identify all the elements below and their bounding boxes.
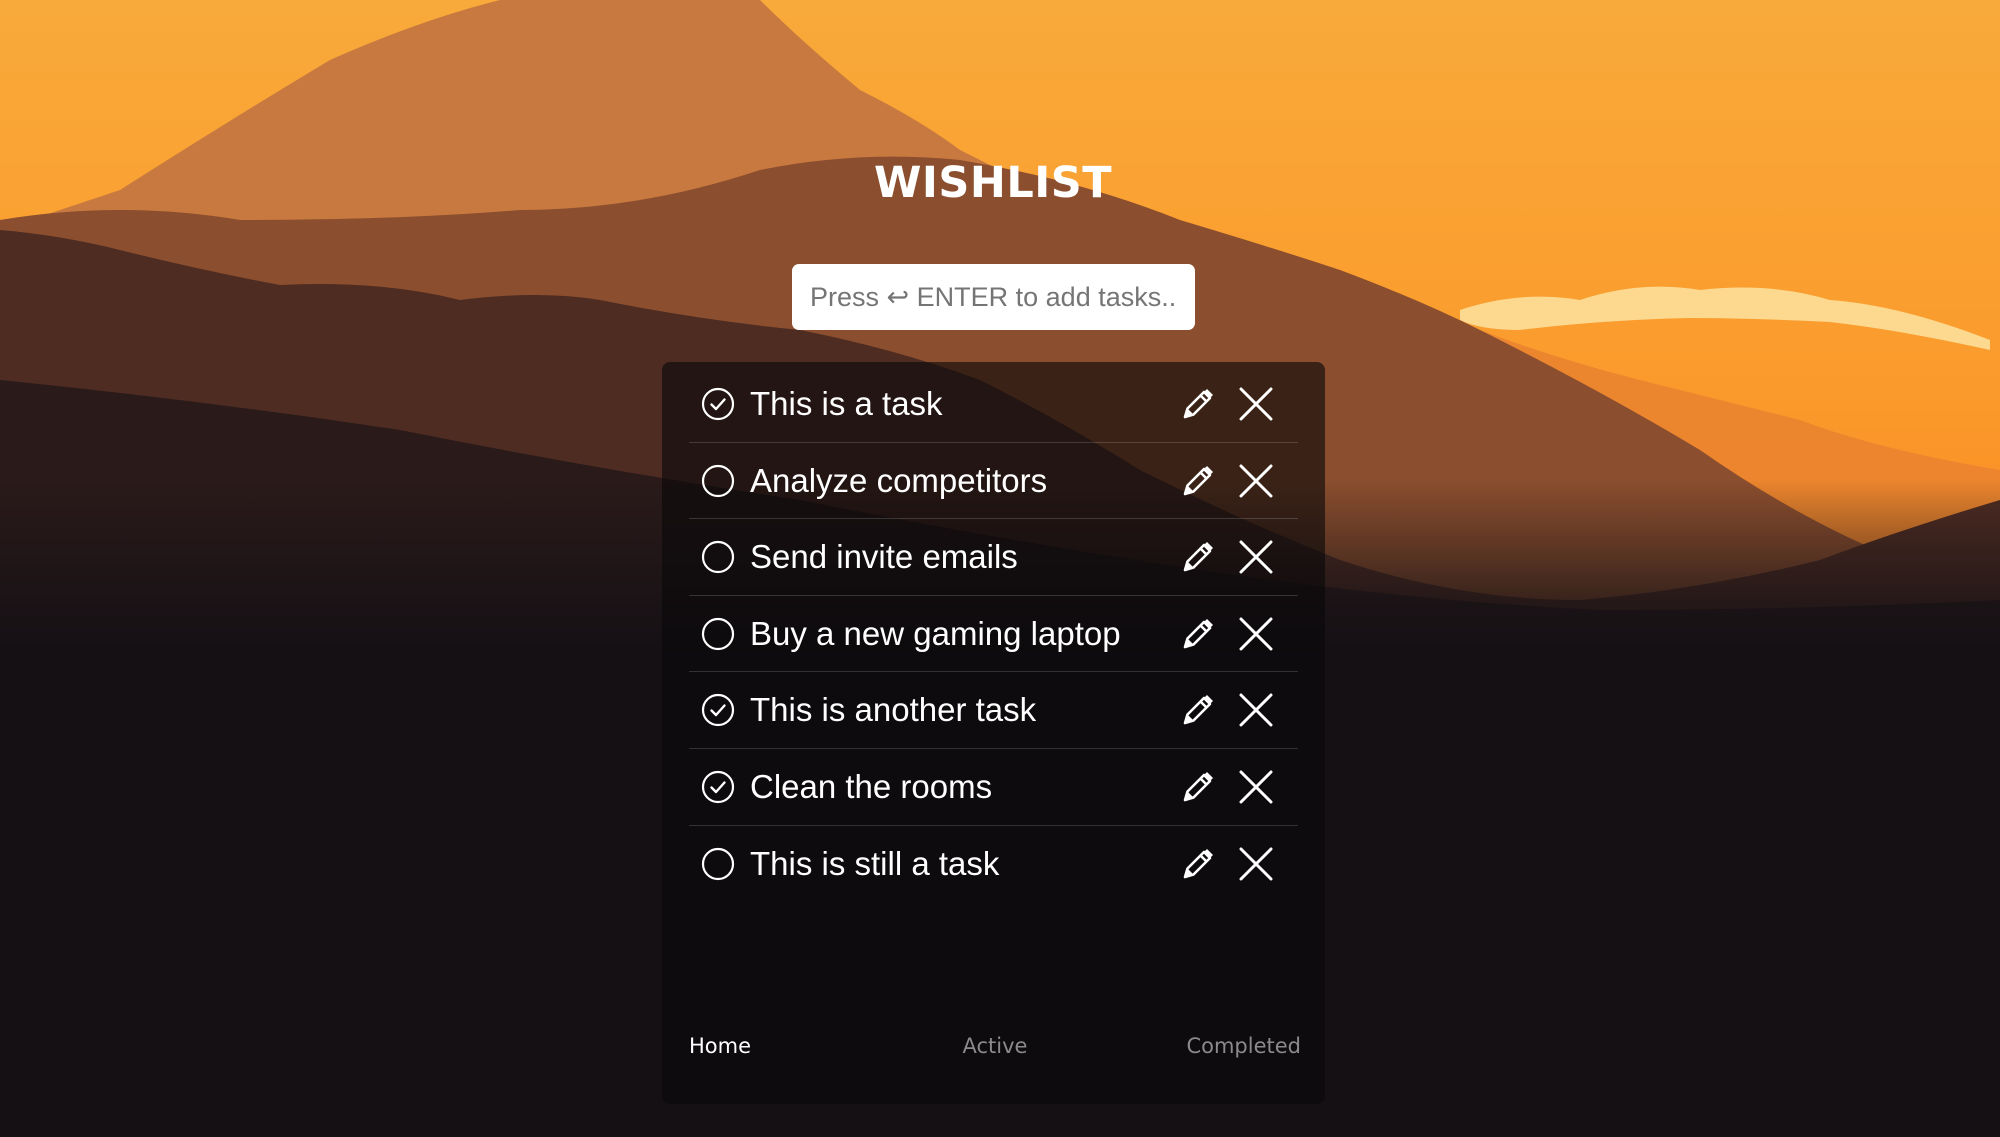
- pencil-icon: [1183, 695, 1213, 725]
- task-row: Send invite emails: [689, 519, 1298, 596]
- close-icon: [1239, 617, 1273, 651]
- task-checkbox-checked[interactable]: [701, 770, 735, 804]
- task-row: This is a task: [689, 366, 1298, 443]
- pencil-icon: [1183, 848, 1213, 878]
- task-checkbox-checked[interactable]: [701, 387, 735, 421]
- check-circle-icon: [701, 387, 735, 421]
- edit-task-button[interactable]: [1180, 769, 1216, 805]
- edit-task-button[interactable]: [1180, 692, 1216, 728]
- close-icon: [1239, 847, 1273, 881]
- close-icon: [1239, 693, 1273, 727]
- nav-active-link[interactable]: Active: [963, 1034, 1028, 1058]
- task-checkbox-checked[interactable]: [701, 693, 735, 727]
- pencil-icon: [1183, 465, 1213, 495]
- empty-circle-icon: [701, 464, 735, 497]
- pencil-icon: [1183, 389, 1213, 419]
- task-row: Analyze competitors: [689, 443, 1298, 520]
- add-task-input[interactable]: [792, 264, 1195, 330]
- task-checkbox[interactable]: [701, 464, 735, 498]
- task-label: Buy a new gaming laptop: [750, 614, 1121, 652]
- check-circle-icon: [701, 770, 735, 804]
- edit-task-button[interactable]: [1180, 386, 1216, 422]
- edit-task-button[interactable]: [1180, 463, 1216, 499]
- task-row: Clean the rooms: [689, 749, 1298, 826]
- pencil-icon: [1183, 771, 1213, 802]
- empty-circle-icon: [701, 541, 735, 574]
- nav-completed-link[interactable]: Completed: [1186, 1034, 1301, 1058]
- task-row: Buy a new gaming laptop: [689, 596, 1298, 673]
- task-label: This is still a task: [750, 844, 1000, 882]
- task-label: Send invite emails: [750, 538, 1018, 576]
- delete-task-button[interactable]: [1238, 463, 1274, 499]
- task-list: This is a task Analyze competitors Send …: [689, 366, 1298, 902]
- task-label: Analyze competitors: [750, 461, 1048, 499]
- empty-circle-icon: [701, 847, 735, 880]
- nav-home-link[interactable]: Home: [689, 1034, 751, 1058]
- delete-task-button[interactable]: [1238, 846, 1274, 882]
- pencil-icon: [1183, 618, 1213, 649]
- empty-circle-icon: [701, 617, 735, 650]
- delete-task-button[interactable]: [1238, 386, 1274, 422]
- pencil-icon: [1183, 542, 1213, 572]
- task-panel: This is a task Analyze competitors Send …: [662, 362, 1325, 1104]
- delete-task-button[interactable]: [1238, 769, 1274, 805]
- task-row: This is another task: [689, 672, 1298, 749]
- check-circle-icon: [701, 694, 735, 727]
- task-checkbox[interactable]: [701, 847, 735, 881]
- filter-nav: Home Active Completed: [689, 1034, 1301, 1064]
- task-checkbox[interactable]: [701, 540, 735, 574]
- close-icon: [1239, 540, 1273, 574]
- task-label: This is another task: [750, 691, 1037, 729]
- close-icon: [1239, 770, 1273, 804]
- edit-task-button[interactable]: [1180, 616, 1216, 652]
- edit-task-button[interactable]: [1180, 846, 1216, 882]
- task-row: This is still a task: [689, 826, 1298, 903]
- app-root: WISHLIST This is a task: [0, 0, 2000, 1137]
- task-label: Clean the rooms: [750, 767, 993, 805]
- delete-task-button[interactable]: [1238, 539, 1274, 575]
- edit-task-button[interactable]: [1180, 539, 1216, 575]
- delete-task-button[interactable]: [1238, 616, 1274, 652]
- close-icon: [1239, 387, 1273, 421]
- task-label: This is a task: [750, 385, 943, 422]
- page-title: WISHLIST: [873, 158, 1113, 208]
- delete-task-button[interactable]: [1238, 692, 1274, 728]
- task-checkbox[interactable]: [701, 617, 735, 651]
- close-icon: [1239, 464, 1273, 498]
